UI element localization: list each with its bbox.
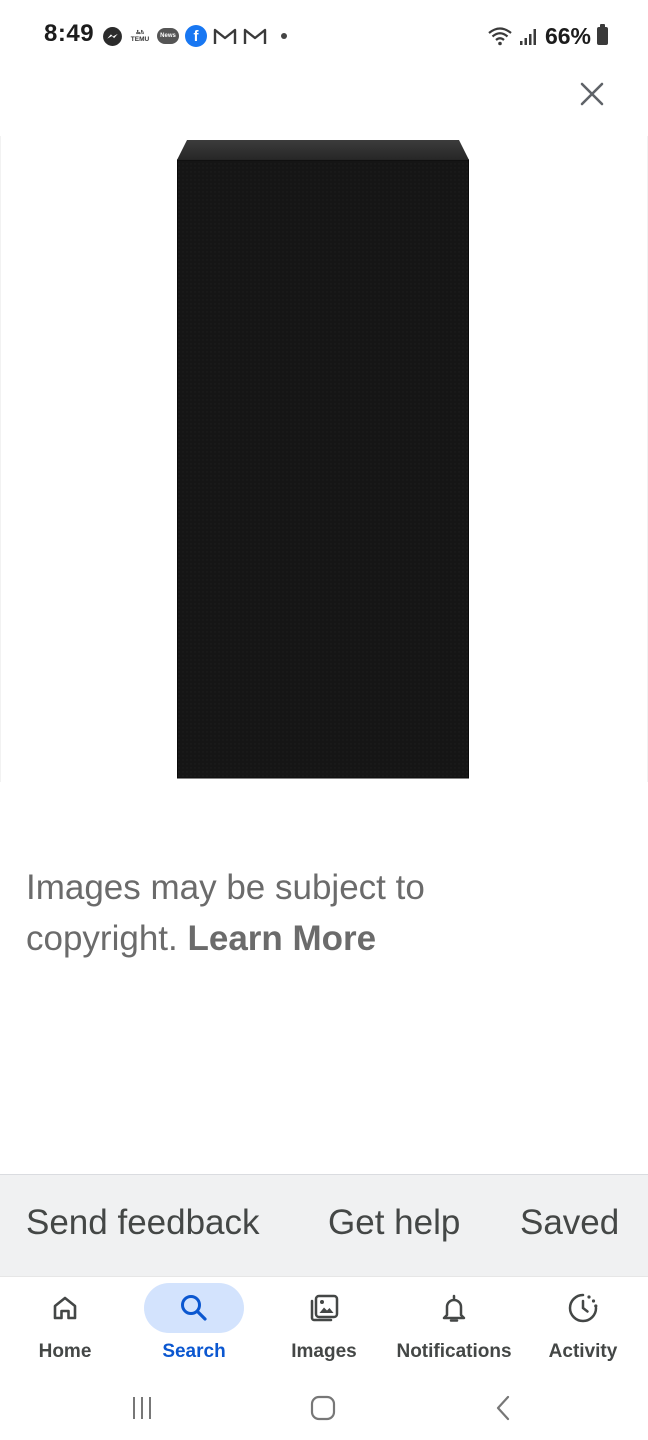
activity-icon <box>568 1293 598 1323</box>
recent-apps-icon <box>133 1397 151 1419</box>
facebook-icon: f <box>185 25 207 47</box>
news-icon: News <box>157 28 179 44</box>
dot-icon <box>281 33 287 39</box>
learn-more-link[interactable]: Learn More <box>187 919 376 958</box>
close-icon <box>580 82 604 106</box>
nav-home-label: Home <box>38 1341 92 1362</box>
messenger-icon <box>102 26 123 47</box>
status-bar: 8:49 ಹಿಸಿ TEMU News f 66% <box>0 0 648 72</box>
notification-icons: ಹಿಸಿ TEMU News f <box>102 22 287 50</box>
nav-search-icon-container <box>144 1283 244 1333</box>
nav-images[interactable]: Images <box>259 1277 389 1377</box>
signal-icon <box>519 26 539 46</box>
back-button[interactable] <box>474 1384 534 1432</box>
nav-notifications[interactable]: Notifications <box>389 1277 519 1377</box>
images-icon <box>310 1294 339 1322</box>
gmail-icon <box>243 27 267 45</box>
image-preview[interactable] <box>0 136 648 782</box>
system-navigation-bar <box>0 1376 648 1440</box>
nav-activity-icon-container <box>533 1283 633 1333</box>
recent-apps-button[interactable] <box>112 1384 172 1432</box>
nav-search-label: Search <box>162 1341 226 1362</box>
nav-home[interactable]: Home <box>0 1277 130 1377</box>
home-icon <box>53 1296 77 1320</box>
nav-notifications-icon-container <box>404 1283 504 1333</box>
saved-link[interactable]: Saved <box>520 1203 619 1243</box>
bottom-navigation: Home Search Images Notifications Activit… <box>0 1276 648 1376</box>
battery-icon <box>597 24 608 45</box>
nav-home-icon-container <box>15 1283 115 1333</box>
wifi-icon <box>487 25 513 47</box>
temu-icon: ಹಿಸಿ TEMU <box>129 27 151 45</box>
speaker-image <box>177 140 469 779</box>
gmail-icon <box>213 27 237 45</box>
nav-search[interactable]: Search <box>129 1277 259 1377</box>
temu-icon-top-text: ಹಿಸಿ <box>136 29 144 36</box>
battery-percentage: 66% <box>544 22 591 49</box>
get-help-link[interactable]: Get help <box>328 1203 460 1243</box>
system-status-icons: 66% <box>487 22 608 50</box>
search-icon <box>181 1295 207 1321</box>
nav-activity[interactable]: Activity <box>518 1277 648 1377</box>
bell-icon <box>442 1294 466 1322</box>
home-circle-icon <box>310 1395 336 1421</box>
temu-icon-text: TEMU <box>130 36 150 43</box>
nav-notifications-label: Notifications <box>396 1341 512 1362</box>
copyright-notice: Images may be subject to copyright. Lear… <box>26 862 586 964</box>
back-icon <box>496 1395 510 1421</box>
nav-images-label: Images <box>291 1341 357 1362</box>
send-feedback-link[interactable]: Send feedback <box>26 1203 260 1243</box>
status-time: 8:49 <box>44 20 95 47</box>
footer-links: Send feedback Get help Saved <box>0 1174 648 1276</box>
nav-images-icon-container <box>274 1283 374 1333</box>
home-system-button[interactable] <box>293 1384 353 1432</box>
close-button[interactable] <box>572 74 612 114</box>
nav-activity-label: Activity <box>548 1341 618 1362</box>
